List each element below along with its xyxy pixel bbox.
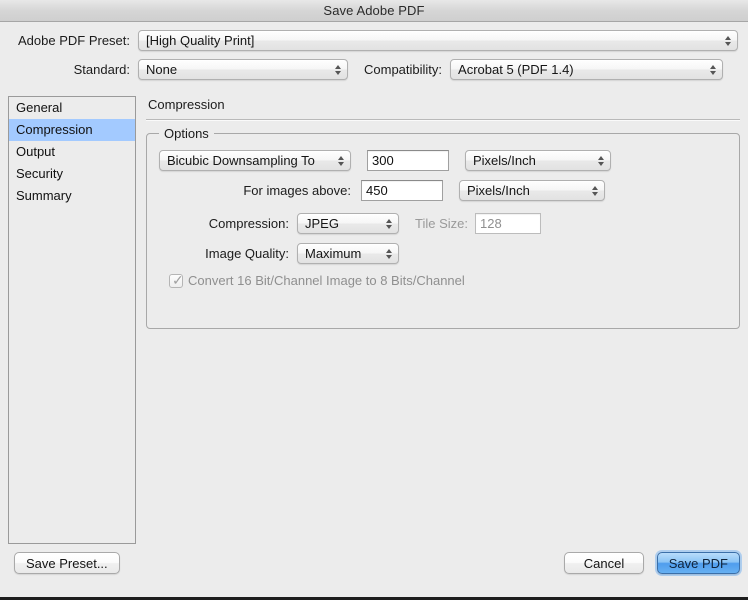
chevron-updown-icon bbox=[596, 151, 605, 170]
options-groupbox: Options Bicubic Downsampling To 300 Pixe… bbox=[146, 126, 740, 329]
compression-select[interactable]: JPEG bbox=[297, 213, 399, 234]
chevron-updown-icon bbox=[384, 244, 393, 263]
convert-bits-checkbox[interactable]: ✓ bbox=[169, 271, 184, 288]
tile-size-value: 128 bbox=[479, 216, 502, 231]
compression-value: JPEG bbox=[305, 216, 339, 231]
standard-value: None bbox=[146, 62, 178, 77]
sidebar-item-general[interactable]: General bbox=[9, 97, 135, 119]
compression-label: Compression: bbox=[208, 216, 289, 231]
save-pdf-label: Save PDF bbox=[668, 555, 728, 571]
sidebar-item-label: Output bbox=[16, 144, 56, 159]
resolution-input[interactable]: 300 bbox=[367, 150, 449, 171]
sidebar-item-label: Summary bbox=[16, 188, 72, 203]
standard-select[interactable]: None bbox=[138, 59, 348, 80]
chevron-updown-icon bbox=[333, 60, 342, 79]
image-quality-row: Image Quality: Maximum bbox=[159, 243, 727, 264]
save-preset-label: Save Preset... bbox=[26, 555, 108, 571]
resolution-units-value: Pixels/Inch bbox=[473, 153, 536, 168]
images-above-row: For images above: 450 Pixels/Inch bbox=[159, 180, 727, 201]
save-preset-button[interactable]: Save Preset... bbox=[14, 552, 120, 574]
window-title: Save Adobe PDF bbox=[323, 3, 425, 18]
save-pdf-button[interactable]: Save PDF bbox=[656, 552, 740, 574]
options-groupbox-legend: Options bbox=[159, 126, 214, 141]
category-sidebar: General Compression Output Security Summ… bbox=[8, 96, 136, 544]
image-quality-select[interactable]: Maximum bbox=[297, 243, 399, 264]
convert-bits-row[interactable]: ✓ Convert 16 Bit/Channel Image to 8 Bits… bbox=[169, 273, 727, 288]
resolution-value: 300 bbox=[372, 153, 394, 168]
downsampling-method-select[interactable]: Bicubic Downsampling To bbox=[159, 150, 351, 171]
compatibility-select[interactable]: Acrobat 5 (PDF 1.4) bbox=[450, 59, 724, 80]
standard-label: Standard: bbox=[73, 62, 130, 77]
downsampling-row: Bicubic Downsampling To 300 Pixels/Inch bbox=[159, 150, 727, 171]
sidebar-item-output[interactable]: Output bbox=[9, 141, 135, 163]
image-quality-label: Image Quality: bbox=[205, 246, 289, 261]
save-adobe-pdf-dialog: Save Adobe PDF Adobe PDF Preset: [High Q… bbox=[0, 0, 748, 600]
sidebar-item-label: Compression bbox=[16, 122, 93, 137]
dialog-body: General Compression Output Security Summ… bbox=[8, 96, 740, 544]
images-above-units-select[interactable]: Pixels/Inch bbox=[459, 180, 605, 201]
sidebar-item-label: General bbox=[16, 100, 63, 115]
sidebar-item-security[interactable]: Security bbox=[9, 163, 135, 185]
panel-divider bbox=[146, 119, 740, 121]
adobe-pdf-preset-value: [High Quality Print] bbox=[146, 33, 255, 48]
tile-size-input[interactable]: 128 bbox=[474, 213, 541, 234]
chevron-updown-icon bbox=[384, 214, 393, 233]
images-above-units-value: Pixels/Inch bbox=[467, 183, 530, 198]
preset-row: Adobe PDF Preset: [High Quality Print] bbox=[10, 30, 738, 51]
image-quality-value: Maximum bbox=[305, 246, 362, 261]
downsampling-method-value: Bicubic Downsampling To bbox=[167, 153, 315, 168]
cancel-label: Cancel bbox=[583, 555, 625, 571]
chevron-updown-icon bbox=[590, 181, 599, 200]
standard-compatibility-row: Standard: None Compatibility: Acrobat 5 … bbox=[10, 59, 738, 80]
convert-bits-label: Convert 16 Bit/Channel Image to 8 Bits/C… bbox=[188, 273, 465, 288]
compression-panel: Compression Options Bicubic Downsampling… bbox=[146, 96, 740, 544]
resolution-units-select[interactable]: Pixels/Inch bbox=[465, 150, 611, 171]
sidebar-item-compression[interactable]: Compression bbox=[9, 119, 135, 141]
compatibility-value: Acrobat 5 (PDF 1.4) bbox=[458, 62, 574, 77]
chevron-updown-icon bbox=[336, 151, 345, 170]
compression-row: Compression: JPEG Tile Size: 128 bbox=[159, 213, 727, 234]
chevron-updown-icon bbox=[708, 60, 717, 79]
images-above-input[interactable]: 450 bbox=[361, 180, 443, 201]
dialog-footer: Save Preset... Cancel Save PDF bbox=[0, 544, 748, 600]
for-images-above-label: For images above: bbox=[243, 183, 351, 198]
adobe-pdf-preset-select[interactable]: [High Quality Print] bbox=[138, 30, 738, 51]
tile-size-label: Tile Size: bbox=[415, 216, 468, 231]
cancel-button[interactable]: Cancel bbox=[564, 552, 644, 574]
sidebar-item-summary[interactable]: Summary bbox=[9, 185, 135, 207]
compatibility-label: Compatibility: bbox=[364, 62, 443, 77]
images-above-value: 450 bbox=[366, 183, 388, 198]
panel-title: Compression bbox=[148, 97, 225, 112]
top-form-area: Adobe PDF Preset: [High Quality Print] S… bbox=[0, 22, 748, 80]
adobe-pdf-preset-label: Adobe PDF Preset: bbox=[18, 33, 130, 48]
sidebar-item-label: Security bbox=[16, 166, 63, 181]
chevron-updown-icon bbox=[723, 31, 732, 50]
checkmark-icon: ✓ bbox=[172, 271, 184, 288]
title-bar: Save Adobe PDF bbox=[0, 0, 748, 22]
